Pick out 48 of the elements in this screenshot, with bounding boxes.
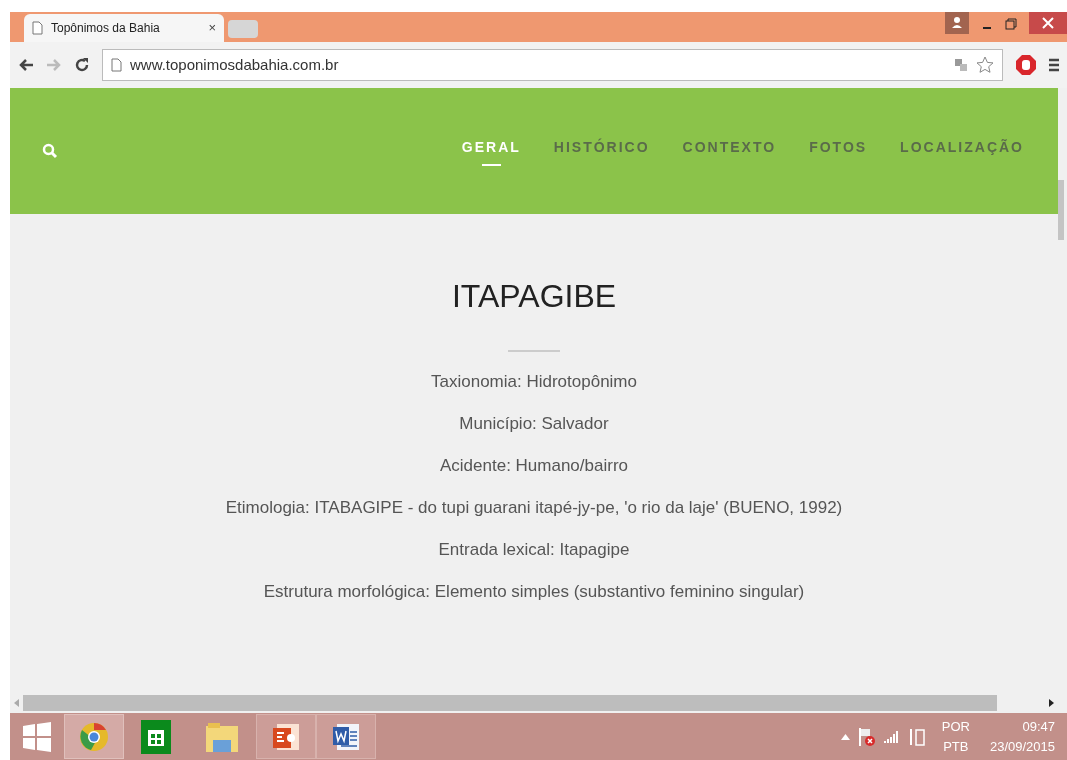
nav-tab[interactable]: GERAL [461, 136, 521, 166]
flag-error-icon[interactable] [857, 726, 876, 747]
nav-tab[interactable]: LOCALIZAÇÃO [900, 136, 1024, 166]
taskbar-button[interactable] [256, 714, 316, 759]
nav-tab[interactable]: FOTOS [809, 136, 868, 166]
scroll-left-icon[interactable] [14, 699, 19, 707]
close-icon[interactable] [1029, 12, 1067, 34]
detail-line: Estrutura morfológica: Elemento simples (substantivo feminino singular) [263, 581, 805, 603]
nav-tab[interactable]: CONTEXTO [682, 136, 777, 166]
detail-line: Etimologia: ITABAGIPE - do tupi guarani itapé-jy-pe, 'o rio da laje' (BUENO, 1992) [225, 497, 843, 519]
signal-icon[interactable] [883, 729, 900, 744]
page-heading: ITAPAGIBE [451, 277, 617, 316]
detail-line: Taxionomia: Hidrotopônimo [431, 371, 637, 393]
show-hidden-icons-icon[interactable] [840, 733, 850, 740]
battery-icon[interactable] [907, 727, 926, 746]
presentation-icon [271, 721, 301, 752]
input-language[interactable]: POR [941, 716, 970, 737]
url-text: www.toponimosdabahia.com.br [130, 54, 340, 75]
keyboard-layout[interactable]: PTB [943, 736, 969, 757]
browser-icon [79, 721, 109, 752]
heading-divider [508, 350, 560, 352]
windows-start-icon[interactable] [22, 721, 52, 752]
clock-date[interactable]: 23/09/2015 [989, 736, 1055, 757]
page-icon [32, 21, 43, 35]
browser-tab[interactable]: Topônimos da Bahia × [24, 14, 224, 42]
user-icon[interactable] [945, 12, 969, 34]
restore-icon[interactable] [1005, 18, 1017, 30]
star-icon[interactable] [976, 56, 994, 74]
search-icon[interactable] [42, 143, 58, 159]
menu-icon[interactable] [1049, 58, 1059, 72]
horizontal-scrollbar[interactable] [23, 695, 997, 711]
document-icon [331, 721, 361, 752]
detail-line: Entrada lexical: Itapagipe [438, 539, 630, 561]
store-icon[interactable] [141, 719, 171, 754]
vertical-scrollbar[interactable] [1058, 180, 1064, 240]
back-icon[interactable] [18, 58, 34, 72]
detail-line: Município: Salvador [459, 413, 609, 435]
address-bar[interactable]: www.toponimosdabahia.com.br [102, 49, 1003, 81]
tab-title: Topônimos da Bahia [51, 20, 161, 37]
clock-time[interactable]: 09:47 [1022, 716, 1055, 737]
taskbar-button[interactable] [316, 714, 376, 759]
detail-line: Acidente: Humano/bairro [439, 455, 628, 477]
nav-tab[interactable]: HISTÓRICO [553, 136, 650, 166]
page-icon [111, 58, 122, 72]
scroll-right-icon[interactable] [1049, 699, 1054, 707]
forward-icon[interactable] [46, 58, 62, 72]
reload-icon[interactable] [74, 57, 90, 73]
close-tab-button[interactable]: × [208, 18, 216, 38]
